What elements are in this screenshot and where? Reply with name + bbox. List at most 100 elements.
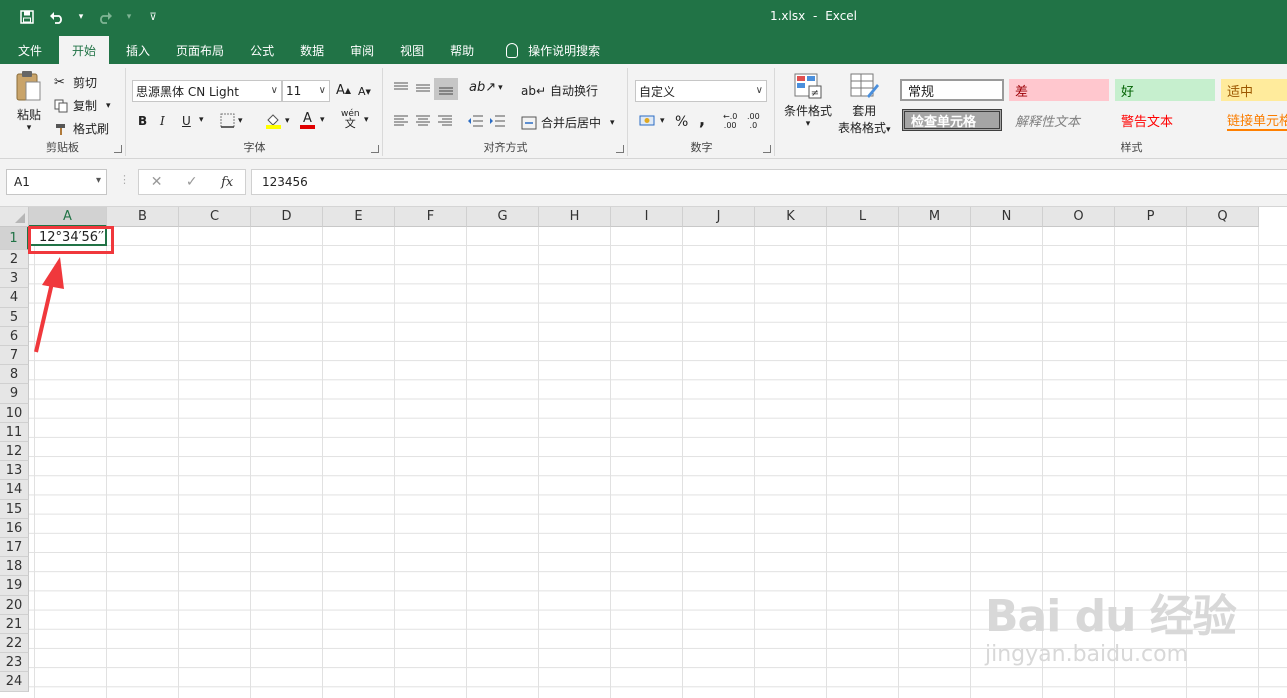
column-header-p[interactable]: P <box>1115 207 1187 227</box>
align-right-button[interactable] <box>437 115 453 127</box>
grow-font-button[interactable]: A ▲ <box>336 83 351 98</box>
paste-button[interactable]: 粘贴 ▾ <box>14 70 44 133</box>
style-good[interactable]: 好 <box>1115 79 1215 101</box>
clipboard-launcher-icon[interactable] <box>114 145 122 153</box>
align-center-button[interactable] <box>415 115 431 127</box>
accounting-format-button[interactable]: ▾ <box>639 114 665 128</box>
column-header-l[interactable]: L <box>827 207 899 227</box>
underline-dropdown-icon[interactable]: ▾ <box>199 115 204 125</box>
align-bottom-button[interactable] <box>434 78 458 100</box>
column-header-e[interactable]: E <box>323 207 395 227</box>
conditional-formatting-button[interactable]: ≠ 条件格式 ▾ <box>784 72 832 129</box>
column-header-i[interactable]: I <box>611 207 683 227</box>
merge-center-button[interactable]: 合并后居中 ▾ <box>521 114 615 131</box>
phonetic-dropdown-icon[interactable]: ▾ <box>364 115 369 125</box>
align-left-button[interactable] <box>393 115 409 127</box>
row-header-1[interactable]: 1 <box>0 227 29 250</box>
row-header-7[interactable]: 7 <box>0 346 29 366</box>
row-header-9[interactable]: 9 <box>0 384 29 404</box>
row-header-11[interactable]: 11 <box>0 422 29 442</box>
shrink-font-button[interactable]: A ▼ <box>358 85 371 98</box>
font-size-combo[interactable]: 11 ∨ <box>282 80 330 102</box>
style-warning[interactable]: 警告文本 <box>1115 109 1215 131</box>
increase-indent-button[interactable] <box>489 115 506 127</box>
row-header-21[interactable]: 21 <box>0 614 29 634</box>
enter-icon[interactable]: ✓ <box>186 174 198 190</box>
tab-formulas[interactable]: 公式 <box>237 36 287 64</box>
row-header-20[interactable]: 20 <box>0 595 29 615</box>
column-header-m[interactable]: M <box>899 207 971 227</box>
row-header-16[interactable]: 16 <box>0 518 29 538</box>
row-header-13[interactable]: 13 <box>0 461 29 481</box>
increase-decimal-button[interactable]: ←.0 .00 <box>723 112 737 130</box>
column-header-k[interactable]: K <box>755 207 827 227</box>
row-header-5[interactable]: 5 <box>0 307 29 327</box>
row-header-12[interactable]: 12 <box>0 442 29 462</box>
row-header-2[interactable]: 2 <box>0 250 29 270</box>
alignment-launcher-icon[interactable] <box>616 145 624 153</box>
column-header-a[interactable]: A <box>29 207 107 227</box>
bold-button[interactable]: B <box>138 114 147 128</box>
fill-color-button[interactable]: ▾ <box>265 112 290 129</box>
tab-help[interactable]: 帮助 <box>437 36 487 64</box>
number-launcher-icon[interactable] <box>763 145 771 153</box>
column-header-f[interactable]: F <box>395 207 467 227</box>
column-header-o[interactable]: O <box>1043 207 1115 227</box>
borders-button[interactable]: ▾ <box>220 113 243 128</box>
name-box[interactable]: A1 ▾ <box>6 169 107 195</box>
row-header-22[interactable]: 22 <box>0 634 29 654</box>
phonetic-button[interactable]: wén 文 <box>341 110 360 130</box>
insert-function-icon[interactable]: fx <box>221 175 233 190</box>
row-header-3[interactable]: 3 <box>0 269 29 289</box>
style-linked-cell[interactable]: 链接单元格 <box>1221 109 1287 131</box>
align-middle-button[interactable] <box>415 82 431 94</box>
style-neutral[interactable]: 适中 <box>1221 79 1287 101</box>
tab-view[interactable]: 视图 <box>387 36 437 64</box>
tab-home[interactable]: 开始 <box>59 36 110 64</box>
row-header-18[interactable]: 18 <box>0 557 29 577</box>
align-top-button[interactable] <box>393 82 409 94</box>
copy-button[interactable]: 复制 ▾ <box>54 97 111 114</box>
row-header-19[interactable]: 19 <box>0 576 29 596</box>
select-all-button[interactable] <box>0 207 29 227</box>
format-painter-button[interactable]: 格式刷 <box>54 120 109 137</box>
italic-button[interactable]: I <box>160 114 165 128</box>
row-header-14[interactable]: 14 <box>0 480 29 500</box>
column-header-h[interactable]: H <box>539 207 611 227</box>
row-header-24[interactable]: 24 <box>0 672 29 692</box>
row-header-8[interactable]: 8 <box>0 365 29 385</box>
wrap-text-button[interactable]: ab↵ 自动换行 <box>521 82 598 99</box>
tab-data[interactable]: 数据 <box>287 36 337 64</box>
font-name-combo[interactable]: 思源黑体 CN Light ∨ <box>132 80 282 102</box>
column-header-q[interactable]: Q <box>1187 207 1259 227</box>
column-header-j[interactable]: J <box>683 207 755 227</box>
row-header-4[interactable]: 4 <box>0 288 29 308</box>
column-header-b[interactable]: B <box>107 207 179 227</box>
number-format-combo[interactable]: 自定义 ∨ <box>635 80 767 102</box>
cut-button[interactable]: ✂ 剪切 <box>54 74 97 91</box>
row-header-23[interactable]: 23 <box>0 653 29 673</box>
tab-insert[interactable]: 插入 <box>113 36 163 64</box>
tab-page-layout[interactable]: 页面布局 <box>163 36 237 64</box>
style-bad[interactable]: 差 <box>1009 79 1109 101</box>
decrease-decimal-button[interactable]: .00 .0 <box>747 112 760 130</box>
percent-button[interactable]: % <box>675 114 688 130</box>
row-header-6[interactable]: 6 <box>0 326 29 346</box>
cancel-icon[interactable]: ✕ <box>151 174 163 190</box>
style-explanatory[interactable]: 解释性文本 <box>1009 109 1109 131</box>
column-header-g[interactable]: G <box>467 207 539 227</box>
column-header-n[interactable]: N <box>971 207 1043 227</box>
formula-input[interactable]: 123456 <box>251 169 1287 195</box>
font-color-dropdown-icon[interactable]: ▾ <box>320 115 325 125</box>
decrease-indent-button[interactable] <box>467 115 484 127</box>
row-header-17[interactable]: 17 <box>0 538 29 558</box>
column-header-c[interactable]: C <box>179 207 251 227</box>
style-normal[interactable]: 常规 <box>900 79 1004 101</box>
tell-me-search[interactable]: 操作说明搜索 <box>493 36 613 64</box>
comma-button[interactable]: , <box>699 110 705 129</box>
column-header-d[interactable]: D <box>251 207 323 227</box>
row-header-15[interactable]: 15 <box>0 499 29 519</box>
row-header-10[interactable]: 10 <box>0 403 29 423</box>
font-color-button[interactable]: A <box>300 112 315 129</box>
orientation-button[interactable]: ab↗ ▾ <box>469 80 503 95</box>
